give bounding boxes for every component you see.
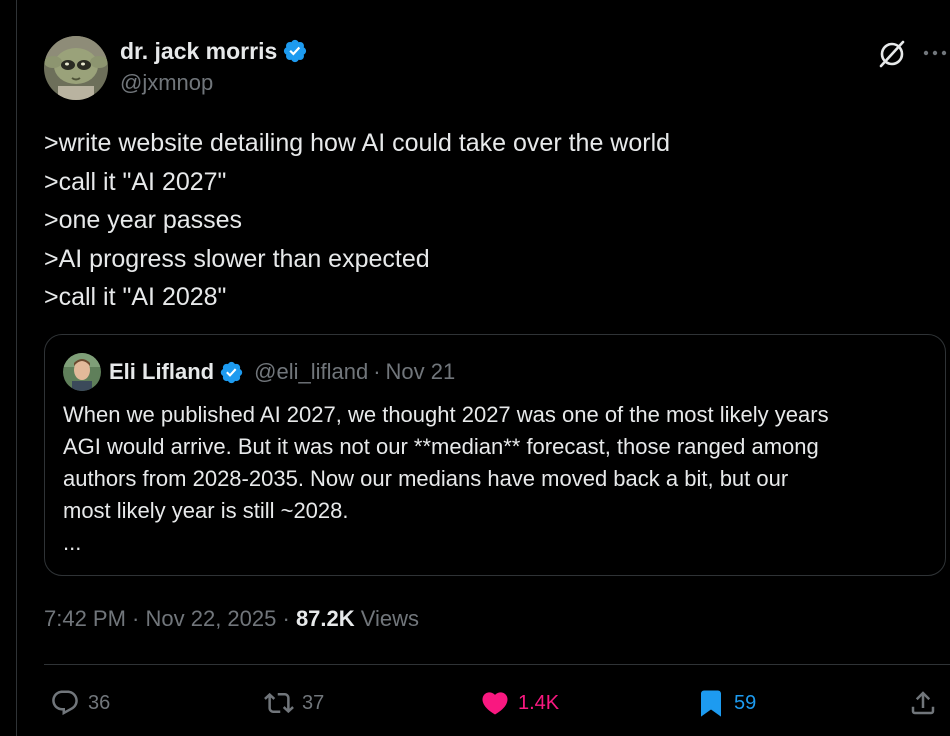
- quote-date[interactable]: Nov 21: [386, 359, 456, 385]
- author-display-name[interactable]: dr. jack morris: [120, 38, 277, 65]
- tweet-text: >write website detailing how AI could ta…: [44, 124, 904, 317]
- meta-separator: ·: [276, 606, 296, 631]
- more-icon[interactable]: [920, 38, 950, 68]
- quote-author-handle[interactable]: @eli_lifland: [254, 359, 368, 385]
- tweet-meta: 7:42 PM · Nov 22, 2025 · 87.2K Views: [44, 606, 419, 632]
- quote-text-line: authors from 2028-2035. Now our medians …: [63, 466, 789, 491]
- views-count: 87.2K: [295, 606, 355, 631]
- column-border: [16, 0, 17, 736]
- tweet-text-line: >call it "AI 2027": [44, 167, 227, 196]
- share-button[interactable]: [908, 686, 938, 720]
- heart-icon: [482, 692, 508, 715]
- author-avatar[interactable]: [44, 36, 108, 100]
- share-icon: [911, 691, 935, 715]
- quote-text-line: most likely year is still ~2028.: [63, 498, 349, 523]
- bookmark-count: 59: [734, 691, 757, 714]
- divider: [44, 664, 950, 665]
- tweet-detail: dr. jack morris @jxmnop >write website d…: [44, 0, 950, 736]
- repost-button[interactable]: 37: [264, 686, 324, 720]
- quote-text-line: When we published AI 2027, we thought 20…: [63, 402, 829, 427]
- tweet-text-line: >one year passes: [44, 206, 243, 234]
- quote-author-avatar[interactable]: [63, 353, 101, 391]
- author-name-row: dr. jack morris: [120, 36, 308, 66]
- repost-count: 37: [302, 691, 325, 714]
- bookmark-button[interactable]: 59: [696, 686, 756, 720]
- quoted-tweet-card[interactable]: Eli Lifland @eli_lifland · Nov 21 When w…: [44, 334, 946, 576]
- like-button[interactable]: 1.4K: [480, 686, 559, 720]
- tweet-date[interactable]: Nov 22, 2025: [146, 606, 277, 631]
- quote-text-ellipsis: ...: [63, 530, 82, 555]
- quote-avatar-image: [63, 353, 101, 391]
- grok-icon[interactable]: [876, 38, 908, 70]
- quote-separator: ·: [373, 359, 381, 384]
- quote-text: When we published AI 2027, we thought 20…: [63, 399, 933, 559]
- tweet-time[interactable]: 7:42 PM: [44, 606, 126, 631]
- quote-author-name[interactable]: Eli Lifland: [109, 359, 214, 385]
- quote-header: Eli Lifland @eli_lifland · Nov 21: [109, 357, 455, 387]
- tweet-text-line: >AI progress slower than expected: [44, 244, 430, 273]
- avatar-image: [44, 36, 108, 100]
- tweet-text-line: >call it "AI 2028": [44, 283, 227, 311]
- bookmark-icon: [701, 690, 721, 717]
- verified-badge-icon[interactable]: [219, 360, 244, 385]
- reply-button[interactable]: 36: [50, 686, 110, 720]
- views-label: Views: [354, 606, 420, 631]
- repost-icon: [264, 692, 294, 714]
- like-count: 1.4K: [518, 691, 560, 714]
- reply-icon: [52, 690, 78, 716]
- quote-text-line: AGI would arrive. But it was not our **m…: [63, 434, 819, 459]
- author-handle[interactable]: @jxmnop: [120, 70, 213, 96]
- tweet-text-line: >write website detailing how AI could ta…: [44, 129, 671, 157]
- meta-separator: ·: [125, 606, 146, 631]
- reply-count: 36: [88, 691, 111, 714]
- verified-badge-icon[interactable]: [282, 38, 308, 64]
